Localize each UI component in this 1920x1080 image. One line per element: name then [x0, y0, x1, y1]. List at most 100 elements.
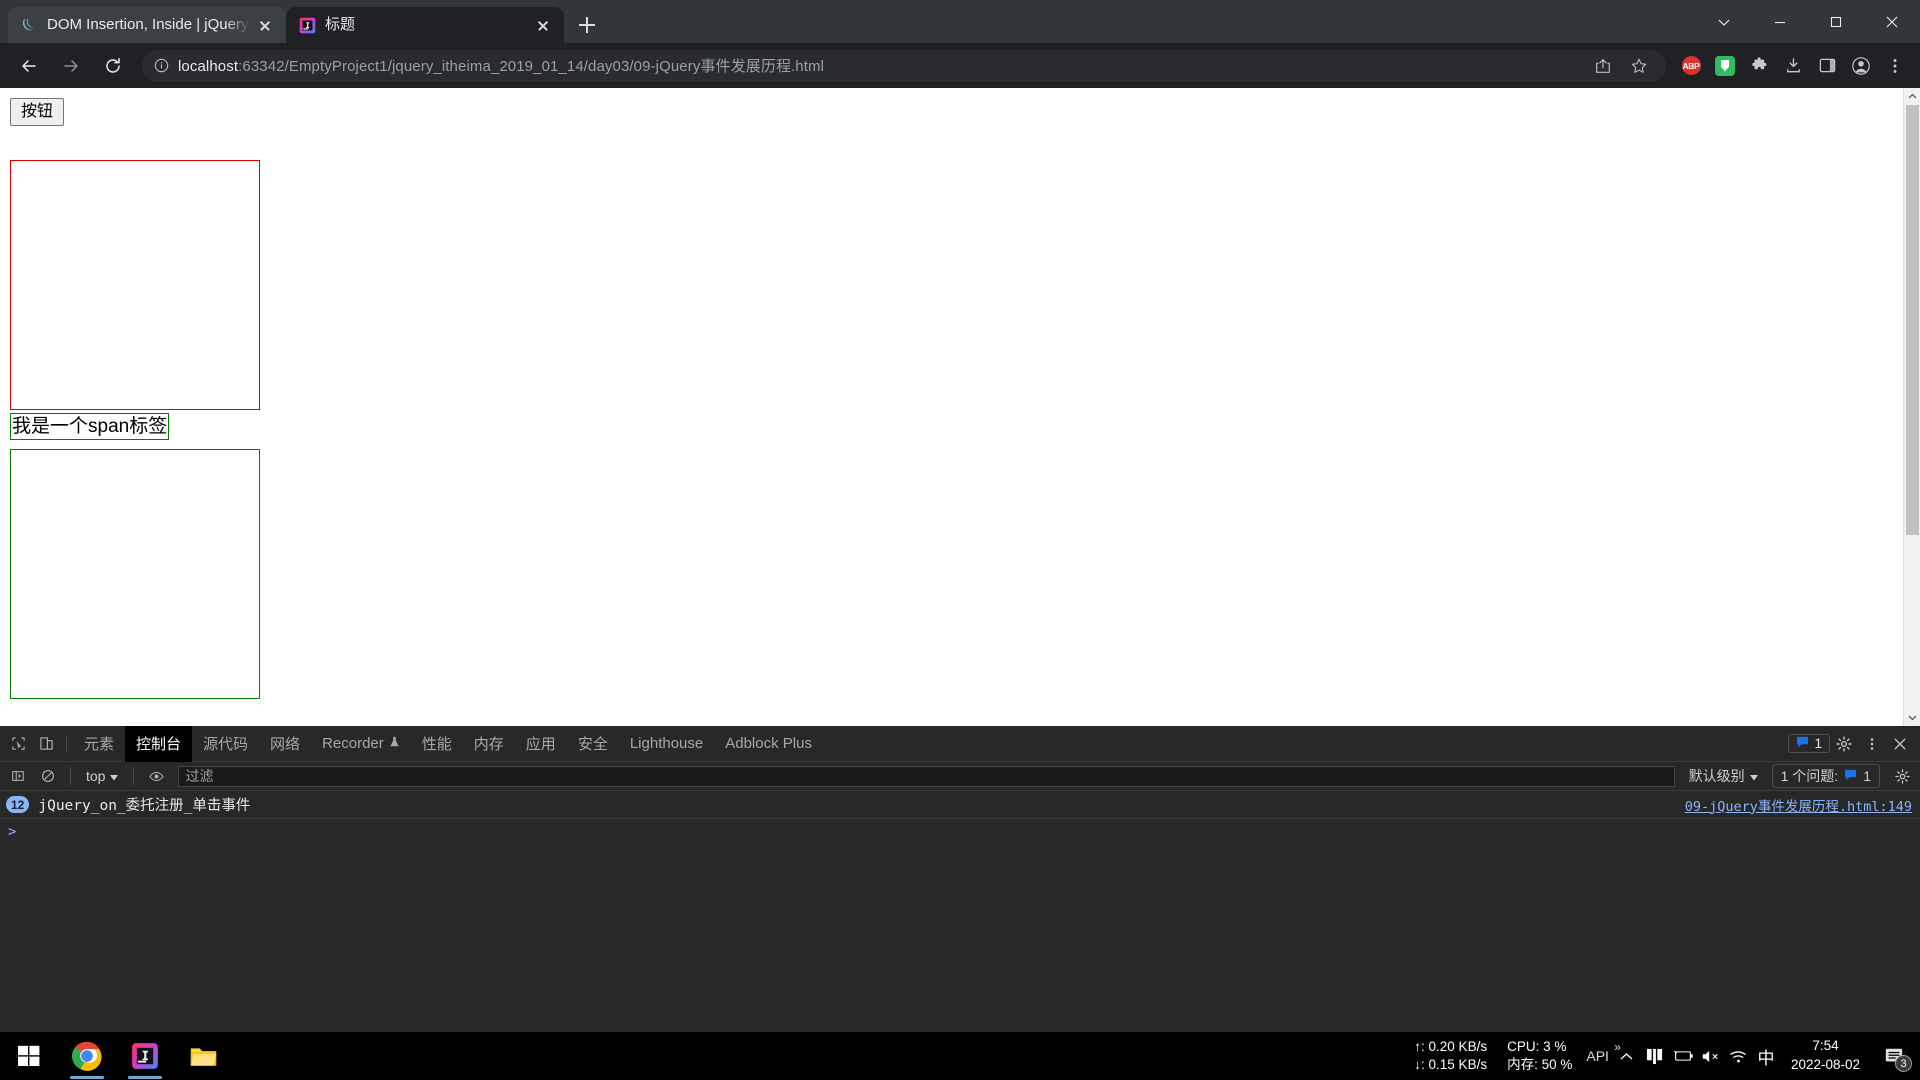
abp-badge: ABP [1681, 56, 1701, 75]
evernote-icon[interactable] [1708, 49, 1742, 83]
bookmark-star-icon[interactable] [1622, 49, 1656, 83]
devtools-panel: 元素 控制台 源代码 网络 Recorder 性能 内存 应用 安全 Light… [0, 725, 1920, 1080]
extensions-puzzle-icon[interactable] [1742, 49, 1776, 83]
tab-sources[interactable]: 源代码 [192, 726, 259, 762]
chevron-down-icon [110, 768, 119, 784]
issues-label: 1 个问题: [1780, 768, 1839, 784]
minimize-button[interactable] [1752, 0, 1808, 43]
forward-button[interactable] [54, 49, 88, 83]
tab-application[interactable]: 应用 [515, 726, 567, 762]
network-speed-indicator[interactable]: ↑: 0.20 KB/s ↓: 0.15 KB/s [1404, 1038, 1497, 1074]
close-button[interactable] [1864, 0, 1920, 43]
chrome-caret-button[interactable] [1696, 0, 1752, 43]
side-panel-icon[interactable] [1810, 49, 1844, 83]
clear-console-icon[interactable] [34, 762, 62, 790]
tab-security[interactable]: 安全 [567, 726, 619, 762]
gear-icon[interactable] [1830, 730, 1858, 758]
green-box-div[interactable] [10, 449, 260, 700]
wifi-icon[interactable] [1725, 1038, 1753, 1074]
console-level-selector[interactable]: 默认级别 [1683, 766, 1764, 786]
console-prompt[interactable]: > [0, 819, 1920, 845]
tab-adblock-plus[interactable]: Adblock Plus [714, 726, 823, 762]
red-box-div[interactable] [10, 159, 260, 410]
device-toolbar-icon[interactable] [32, 730, 60, 758]
browser-tab-2[interactable]: 标题 [286, 7, 564, 43]
issues-indicator[interactable]: 1 [1788, 734, 1830, 753]
system-tray: ↑: 0.20 KB/s ↓: 0.15 KB/s CPU: 3 % 内存: 5… [1404, 1032, 1920, 1080]
speech-bubble-icon [1844, 768, 1857, 784]
tab-recorder-label: Recorder [322, 735, 384, 752]
tab-performance[interactable]: 性能 [411, 726, 463, 762]
taskbar-clock[interactable]: 7:54 2022-08-02 [1779, 1037, 1872, 1075]
console-sidebar-icon[interactable] [4, 762, 32, 790]
share-icon[interactable] [1586, 49, 1620, 83]
address-bar[interactable]: localhost:63342/EmptyProject1/jquery_ith… [142, 49, 1666, 83]
url-host: localhost [178, 58, 239, 75]
api-label[interactable]: API » [1582, 1040, 1621, 1064]
back-button[interactable] [12, 49, 46, 83]
battery-icon[interactable] [1669, 1038, 1697, 1074]
tab-recorder[interactable]: Recorder [311, 726, 411, 762]
jetbrains-taskbar-icon[interactable] [116, 1032, 174, 1080]
gear-icon[interactable] [1888, 762, 1916, 790]
prompt-caret-icon: > [8, 824, 17, 840]
page-content: 按钮 我是一个span标签 [0, 88, 1903, 726]
windows-start-icon[interactable] [0, 1032, 58, 1080]
extension-icons: ABP [1674, 49, 1912, 83]
close-icon[interactable] [532, 14, 554, 36]
chrome-menu-icon[interactable] [1878, 49, 1912, 83]
system-resource-indicator[interactable]: CPU: 3 % 内存: 50 % [1497, 1038, 1582, 1074]
browser-window: DOM Insertion, Inside | jQuery 标题 localh… [0, 0, 1920, 1080]
ime-indicator[interactable]: 中 [1753, 1038, 1779, 1074]
console-issues-chip[interactable]: 1 个问题: 1 [1771, 764, 1880, 788]
tab-memory[interactable]: 内存 [463, 726, 515, 762]
console-context-selector[interactable]: top [79, 768, 125, 784]
page-scrollbar[interactable] [1903, 88, 1920, 726]
notification-center-icon[interactable]: 3 [1872, 1032, 1916, 1080]
devtools-tabbar-actions: 1 [1788, 730, 1920, 758]
live-expression-eye-icon[interactable] [142, 762, 170, 790]
clock-date: 2022-08-02 [1790, 1057, 1860, 1072]
adblock-plus-icon[interactable]: ABP [1674, 49, 1708, 83]
tab-lighthouse[interactable]: Lighthouse [619, 726, 714, 762]
api-text: API [1586, 1048, 1609, 1064]
console-message-row[interactable]: 12 jQuery_on_委托注册_单击事件 09-jQuery事件发展历程.h… [0, 791, 1920, 819]
console-filter-input[interactable]: 过滤 [178, 765, 1675, 787]
console-message-text: jQuery_on_委托注册_单击事件 [38, 798, 251, 814]
profile-avatar-icon[interactable] [1844, 49, 1878, 83]
url-text: localhost:63342/EmptyProject1/jquery_ith… [178, 55, 1586, 76]
downloads-icon[interactable] [1776, 49, 1810, 83]
window-controls [1696, 0, 1920, 43]
info-circle-icon[interactable] [148, 53, 174, 79]
scroll-down-icon[interactable] [1904, 709, 1920, 726]
inspect-element-icon[interactable] [4, 730, 32, 758]
tab-network[interactable]: 网络 [259, 726, 311, 762]
scroll-up-icon[interactable] [1904, 88, 1920, 105]
chevron-down-icon [1749, 768, 1758, 784]
volume-muted-icon[interactable] [1697, 1038, 1725, 1074]
tab-console[interactable]: 控制台 [125, 725, 193, 762]
overflow-chevron-icon: » [1614, 1040, 1621, 1054]
network-upload: ↑: 0.20 KB/s [1414, 1038, 1488, 1054]
tab-strip: DOM Insertion, Inside | jQuery 标题 [0, 0, 1920, 43]
issues-count: 1 [1814, 736, 1822, 751]
maximize-button[interactable] [1808, 0, 1864, 43]
chrome-taskbar-icon[interactable] [58, 1032, 116, 1080]
green-span[interactable]: 我是一个span标签 [10, 412, 170, 441]
jetbrains-icon [298, 16, 316, 34]
page-button[interactable]: 按钮 [10, 98, 65, 126]
browser-tab-1[interactable]: DOM Insertion, Inside | jQuery [8, 7, 286, 43]
close-icon[interactable] [254, 14, 276, 36]
reload-button[interactable] [96, 49, 130, 83]
file-explorer-taskbar-icon[interactable] [174, 1032, 232, 1080]
scrollbar-thumb[interactable] [1906, 105, 1919, 535]
tab-elements[interactable]: 元素 [73, 726, 125, 762]
omnibox-actions [1586, 49, 1656, 83]
close-icon[interactable] [1886, 730, 1914, 758]
kebab-menu-icon[interactable] [1858, 730, 1886, 758]
app-tray-icon[interactable] [1641, 1038, 1669, 1074]
console-source-link[interactable]: 09-jQuery事件发展历程.html:149 [1685, 795, 1912, 815]
new-tab-button[interactable] [570, 8, 604, 42]
level-value: 默认级别 [1688, 768, 1745, 784]
tab-title: DOM Insertion, Inside | jQuery [47, 16, 249, 33]
